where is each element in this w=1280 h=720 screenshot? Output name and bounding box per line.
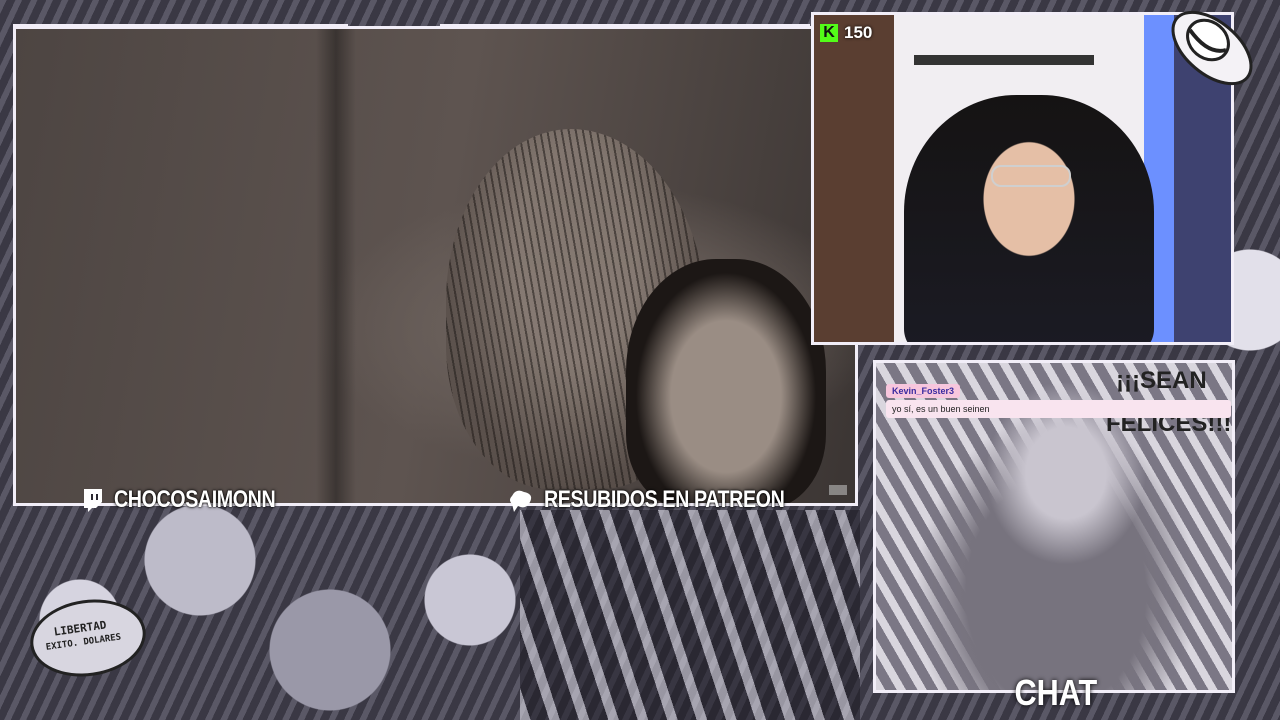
chat-message: Kevin_Foster3 yo sí, es un buen seinen [886, 379, 1231, 418]
patreon-text: RESUBIDOS EN PATREON [544, 486, 785, 513]
streamer-glasses [991, 165, 1071, 187]
patreon-icon [510, 490, 532, 512]
kick-viewer-count: 150 [844, 23, 873, 42]
streamer [904, 95, 1154, 342]
main-video-screen[interactable] [13, 26, 858, 506]
kick-icon: K [820, 24, 838, 42]
frame-line-top-left [13, 24, 348, 27]
twitch-handle-text: CHOCOSAIMONN [114, 486, 276, 513]
chat-title: CHAT [1014, 672, 1098, 713]
chat-message-text: yo sí, es un buen seinen [886, 400, 1231, 418]
webcam-shelf [914, 55, 1094, 65]
twitch-icon [84, 489, 102, 512]
kick-viewer-badge: K 150 [820, 21, 872, 45]
background-manga-panel [520, 510, 860, 720]
straw-hat-icon [1171, 10, 1253, 86]
chat-panel[interactable]: ¡¡¡SEAN FELICES!!! Kevin_Foster3 yo sí, … [873, 360, 1235, 693]
sketch-woman [626, 259, 826, 503]
book-gutter [316, 29, 356, 503]
patreon-label: RESUBIDOS EN PATREON [496, 486, 847, 514]
chat-username[interactable]: Kevin_Foster3 [886, 384, 961, 398]
frame-line-top-right [440, 24, 810, 27]
twitch-handle-label: CHOCOSAIMONN [70, 486, 321, 514]
